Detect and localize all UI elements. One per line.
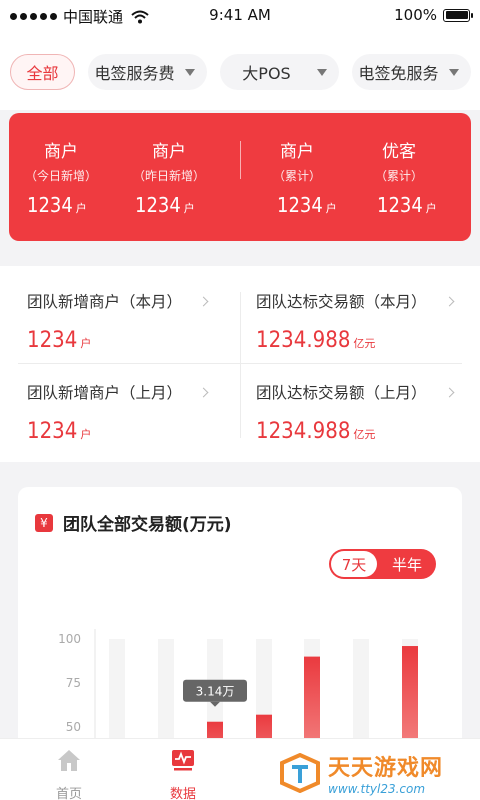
- status-bar: 中国联通 9:41 AM 100%: [0, 0, 480, 32]
- y-tick-label: 75: [66, 676, 81, 690]
- summary-subtitle: （累计）: [272, 169, 321, 183]
- chart-tooltip: 3.14万: [183, 679, 247, 707]
- summary-title: 商户: [44, 142, 78, 162]
- stat-value: 1234 户: [27, 419, 92, 444]
- chart-header: ¥ 团队全部交易额(万元): [35, 510, 232, 535]
- filter-free-service-dropdown[interactable]: 电签免服务: [352, 54, 471, 90]
- summary-youke-total: 优客 （累计）: [349, 137, 449, 184]
- filter-all-chip[interactable]: 全部: [10, 54, 75, 90]
- summary-subtitle: （今日新增）: [24, 169, 97, 183]
- summary-value: 1234 户: [135, 193, 195, 217]
- summary-subtitle: （昨日新增）: [132, 169, 205, 183]
- summary-title: 商户: [280, 142, 314, 162]
- tab-data[interactable]: 数据: [153, 747, 213, 800]
- y-tick-label: 50: [66, 720, 81, 734]
- summary-value: 1234 户: [377, 193, 437, 217]
- data-icon: [172, 750, 194, 771]
- y-tick-label: 100: [58, 632, 81, 646]
- stat-team-volume-this-month[interactable]: 团队达标交易额（本月） 1234.988 亿元: [256, 290, 476, 353]
- period-toggle: 7天 半年: [329, 549, 436, 579]
- watermark-logo: [280, 753, 320, 793]
- chart-title: 团队全部交易额(万元): [63, 515, 232, 535]
- filter-free-service-label: 电签免服务: [358, 64, 439, 83]
- summary-merchant-total: 商户 （累计）: [247, 137, 347, 184]
- tab-data-label: 数据: [169, 787, 196, 800]
- chart-tooltip-text: 3.14万: [196, 685, 235, 699]
- filter-bar: 全部 电签服务费 大POS 电签免服务: [0, 32, 480, 110]
- chevron-down-icon: [449, 69, 459, 76]
- filter-service-fee-label: 电签服务费: [94, 64, 175, 83]
- filter-big-pos-dropdown[interactable]: 大POS: [220, 54, 339, 90]
- filter-all-label: 全部: [26, 64, 59, 83]
- yen-icon: ¥: [35, 513, 53, 532]
- summary-divider: [240, 141, 241, 179]
- watermark-text: 天天游戏网 www.ttyl23.com: [328, 750, 443, 796]
- stat-team-new-merchants-last-month[interactable]: 团队新增商户（上月） 1234 户: [27, 381, 247, 444]
- period-half-year-button[interactable]: 半年: [381, 551, 433, 577]
- chevron-down-icon: [317, 69, 327, 76]
- filter-big-pos-label: 大POS: [242, 64, 291, 83]
- tab-home-label: 首页: [55, 787, 82, 800]
- merchant-summary-card: 商户 （今日新增） 1234 户 商户 （昨日新增） 1234 户 商户 （累计） …: [9, 113, 471, 241]
- stat-value: 1234.988 亿元: [256, 328, 376, 353]
- home-icon: [58, 750, 80, 771]
- battery-icon: [443, 8, 473, 22]
- summary-title: 商户: [152, 142, 186, 162]
- stat-value: 1234 户: [27, 328, 92, 353]
- stat-team-volume-last-month[interactable]: 团队达标交易额（上月） 1234.988 亿元: [256, 381, 476, 444]
- summary-today-new: 商户 （今日新增）: [11, 137, 111, 184]
- stat-title: 团队新增商户（上月）: [27, 384, 183, 402]
- stat-title: 团队达标交易额（上月）: [256, 384, 427, 402]
- watermark: 天天游戏网 www.ttyl23.com: [278, 750, 443, 796]
- stat-team-new-merchants-this-month[interactable]: 团队新增商户（本月） 1234 户: [27, 290, 247, 353]
- summary-subtitle: （累计）: [374, 169, 423, 183]
- stat-title: 团队达标交易额（本月）: [256, 293, 427, 311]
- battery-group: 100%: [394, 6, 473, 24]
- team-stats-panel: 团队新增商户（本月） 1234 户 团队达标交易额（本月） 1234.988 亿元 …: [0, 266, 480, 462]
- watermark-name: 天天游戏网: [328, 756, 444, 781]
- summary-title: 优客: [382, 142, 416, 162]
- summary-value: 1234 户: [277, 193, 337, 217]
- tab-home[interactable]: 首页: [39, 747, 99, 800]
- battery-percent: 100%: [394, 6, 437, 24]
- summary-value: 1234 户: [27, 193, 87, 217]
- watermark-url: www.ttyl23.com: [328, 782, 426, 796]
- stat-title: 团队新增商户（本月）: [27, 293, 183, 311]
- summary-yesterday-new: 商户 （昨日新增）: [119, 137, 219, 184]
- period-7-days-button[interactable]: 7天: [331, 551, 377, 577]
- filter-service-fee-dropdown[interactable]: 电签服务费: [88, 54, 207, 90]
- chevron-down-icon: [185, 69, 195, 76]
- stat-value: 1234.988 亿元: [256, 419, 376, 444]
